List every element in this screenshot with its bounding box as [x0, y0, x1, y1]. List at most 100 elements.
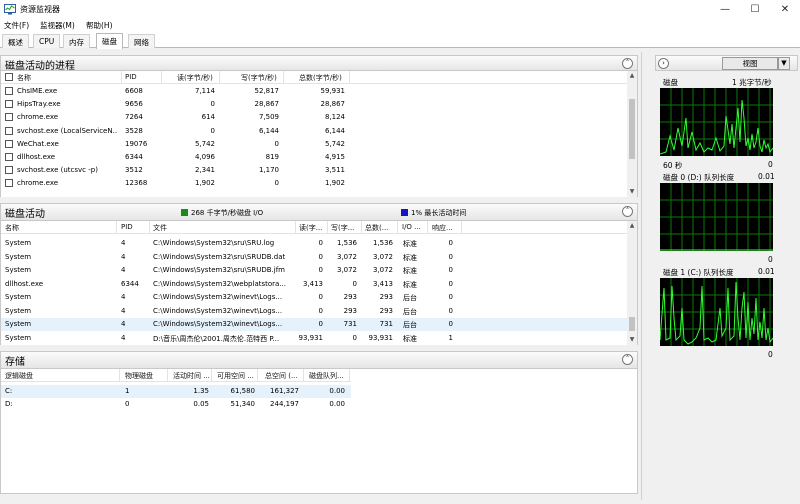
maximize-button[interactable]: ☐	[740, 0, 770, 18]
table-row[interactable]: System 4 C:\Windows\System32\sru\SRUDB.dat…	[1, 251, 629, 264]
collapse-storage-button[interactable]: ˄	[622, 354, 633, 365]
col-write[interactable]: 写(字...	[331, 223, 354, 233]
col-name[interactable]: 名称	[17, 73, 31, 83]
process-cell: 19076	[125, 139, 148, 148]
processes-scrollbar[interactable]: ▲ ▼	[627, 71, 637, 197]
table-row[interactable]: C: 1 1.35 61,580 161,327 0.00	[1, 385, 351, 398]
scroll-thumb[interactable]	[629, 99, 635, 159]
tab-cpu[interactable]: CPU	[33, 34, 61, 48]
activity-cell: C:\Windows\System32\sru\SRUDB.dat	[153, 252, 286, 261]
table-row[interactable]: System 4 C:\Windows\System32\sru\SRU.log 0 1…	[1, 237, 629, 250]
activity-cell: System	[5, 266, 32, 274]
storage-cell: D:	[5, 400, 13, 408]
col-total[interactable]: 总数(字节/秒)	[299, 73, 342, 83]
scroll-up-icon[interactable]: ▲	[627, 221, 637, 231]
col-io-priority[interactable]: I/O ...	[402, 223, 421, 231]
pane-splitter[interactable]	[641, 52, 651, 500]
table-row[interactable]: chrome.exe 7264 614 7,509 8,124	[1, 111, 629, 124]
table-row[interactable]: D: 0 0.05 51,340 244,197 0.00	[1, 398, 351, 411]
process-checkbox[interactable]	[5, 87, 13, 95]
menu-monitor[interactable]: 监视器(M)	[40, 20, 75, 31]
col-pid[interactable]: PID	[125, 73, 137, 81]
close-button[interactable]: ✕	[770, 0, 800, 18]
table-row[interactable]: dllhost.exe 6344 4,096 819 4,915	[1, 151, 629, 164]
tab-overview[interactable]: 概述	[2, 34, 29, 48]
scroll-down-icon[interactable]: ▼	[627, 335, 637, 345]
col-active-time[interactable]: 活动时间 ...	[173, 371, 210, 381]
col-physical-disk[interactable]: 物理磁盘	[125, 371, 153, 381]
table-row[interactable]: System 4 C:\Windows\System32\sru\SRUDB.jfm…	[1, 264, 629, 277]
storage-section-header[interactable]: 存储 ˄	[0, 351, 638, 369]
col-read[interactable]: 读(字...	[299, 223, 322, 233]
scroll-down-icon[interactable]: ▼	[627, 187, 637, 197]
graph-disk0-title: 磁盘 0 (D:) 队列长度	[663, 173, 735, 182]
table-row[interactable]: System 4 C:\Windows\System32\winevt\Logs..…	[1, 305, 629, 318]
table-row[interactable]: ChsIME.exe 6608 7,114 52,817 59,931	[1, 85, 629, 98]
process-checkbox[interactable]	[5, 153, 13, 161]
activity-cell: 0	[352, 333, 357, 342]
col-file[interactable]: 文件	[153, 223, 167, 233]
process-cell: 7264	[125, 113, 143, 122]
col-queue-length[interactable]: 磁盘队列...	[309, 371, 344, 381]
activity-cell: 0	[448, 266, 453, 274]
expand-graphs-button[interactable]: ›	[658, 58, 669, 69]
process-checkbox[interactable]	[5, 113, 13, 122]
menu-help[interactable]: 帮助(H)	[86, 20, 113, 31]
process-checkbox[interactable]	[5, 139, 13, 148]
col-read[interactable]: 读(字节/秒)	[177, 73, 213, 83]
tab-memory[interactable]: 内存	[63, 34, 90, 48]
process-checkbox[interactable]	[5, 100, 13, 109]
view-dropdown-button[interactable]: ▼	[778, 57, 790, 70]
col-logical-disk[interactable]: 逻辑磁盘	[5, 371, 33, 381]
process-cell: 3512	[125, 166, 143, 175]
collapse-processes-button[interactable]: ˄	[622, 58, 633, 69]
io-legend-swatch	[181, 209, 188, 216]
table-row[interactable]: svchost.exe (LocalServiceN... 3528 0 6,144 6…	[1, 125, 629, 138]
select-all-checkbox[interactable]	[5, 73, 13, 81]
col-write[interactable]: 写(字节/秒)	[241, 73, 277, 83]
col-response-time[interactable]: 响应...	[432, 223, 453, 233]
table-row[interactable]: WeChat.exe 19076 5,742 0 5,742	[1, 138, 629, 151]
col-free-space[interactable]: 可用空间 ...	[217, 371, 254, 381]
tab-network[interactable]: 网络	[128, 34, 155, 48]
activity-cell: C:\Windows\System32\sru\SRUDB.jfm	[153, 266, 285, 274]
activity-cell: 标准	[403, 334, 417, 343]
activity-cell: 标准	[403, 240, 417, 248]
scroll-thumb[interactable]	[629, 317, 635, 331]
scroll-up-icon[interactable]: ▲	[627, 71, 637, 81]
table-row[interactable]: chrome.exe 12368 1,902 0 1,902	[1, 177, 629, 190]
process-cell: 9656	[125, 100, 143, 109]
processes-table-header: 名称 PID 读(字节/秒) 写(字节/秒) 总数(字节/秒)	[1, 71, 629, 84]
storage-cell: 0.00	[329, 387, 345, 395]
table-row[interactable]: System 4 C:\Windows\System32\winevt\Logs..…	[1, 318, 629, 331]
process-checkbox[interactable]	[5, 166, 13, 175]
activity-cell: 0	[318, 239, 323, 247]
col-total[interactable]: 总数(...	[365, 223, 388, 233]
col-total-space[interactable]: 总空间 (...	[265, 371, 298, 381]
process-cell: 5,742	[194, 139, 215, 148]
process-cell: svchost.exe (LocalServiceN...	[17, 126, 117, 135]
table-row[interactable]: dllhost.exe 6344 C:\Windows\System32\webpl…	[1, 278, 629, 291]
menu-file[interactable]: 文件(F)	[4, 20, 29, 31]
process-checkbox[interactable]	[5, 126, 13, 135]
storage-cell: 0.05	[193, 400, 209, 408]
collapse-activity-button[interactable]: ˄	[622, 206, 633, 217]
col-pid[interactable]: PID	[121, 223, 133, 231]
tab-disk[interactable]: 磁盘	[96, 33, 123, 49]
storage-cell: 61,580	[230, 387, 256, 395]
activity-section-header[interactable]: 磁盘活动 268 千字节/秒磁盘 I/O 1% 最长活动时间 ˄	[0, 203, 638, 221]
minimize-button[interactable]: —	[710, 0, 740, 18]
col-name[interactable]: 名称	[5, 223, 19, 233]
chevron-down-icon: ▼	[781, 59, 787, 67]
activity-cell: 1,536	[336, 239, 357, 247]
table-row[interactable]: svchost.exe (utcsvc -p) 3512 2,341 1,170 3,5…	[1, 164, 629, 177]
table-row[interactable]: HipsTray.exe 9656 0 28,867 28,867	[1, 98, 629, 111]
processes-section-header[interactable]: 磁盘活动的进程 ˄	[0, 55, 638, 72]
process-checkbox[interactable]	[5, 179, 13, 188]
table-row[interactable]: System 4 D:\音乐\周杰伦\2001.周杰伦.范特西 P... 93,931…	[1, 332, 629, 345]
activity-cell: 293	[379, 293, 393, 301]
activity-cell: System	[5, 333, 32, 342]
table-row[interactable]: System 4 C:\Windows\System32\winevt\Logs..…	[1, 291, 629, 304]
activity-scrollbar[interactable]: ▲ ▼	[627, 221, 637, 345]
view-button[interactable]: 视图	[722, 57, 778, 70]
